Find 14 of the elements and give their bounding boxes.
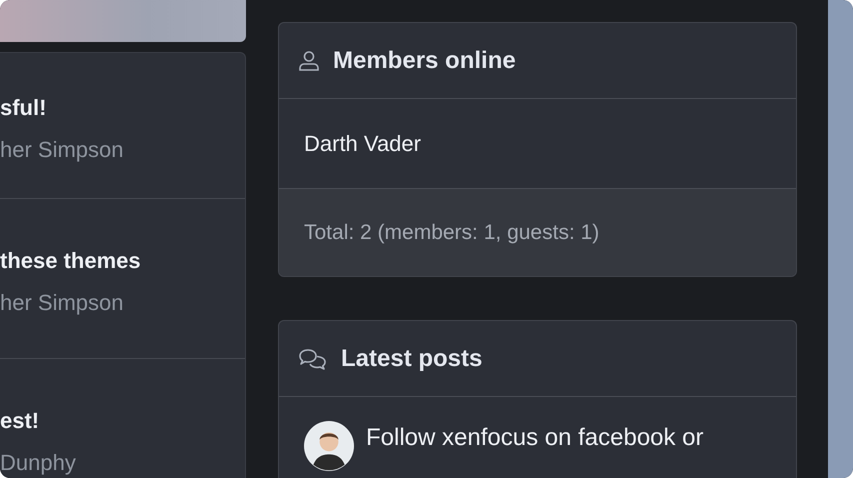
online-total: Total: 2 (members: 1, guests: 1) [304,220,600,244]
block-title[interactable]: Latest posts [341,344,482,372]
member-name[interactable]: Darth Vader [304,130,421,156]
thread-title[interactable]: sful! [0,94,245,120]
block-title[interactable]: Members online [333,46,516,74]
thread-author[interactable]: her Simpson [0,290,245,316]
thread-author[interactable]: Dunphy [0,450,245,476]
user-icon [297,48,321,72]
speech-bubbles-icon [297,346,329,370]
thread-author[interactable]: her Simpson [0,136,245,162]
thread-title[interactable]: est! [0,408,245,434]
post-title[interactable]: Follow xenfocus on facebook or [366,421,704,455]
thread-title[interactable]: these themes [0,248,245,274]
avatar[interactable] [304,421,354,471]
